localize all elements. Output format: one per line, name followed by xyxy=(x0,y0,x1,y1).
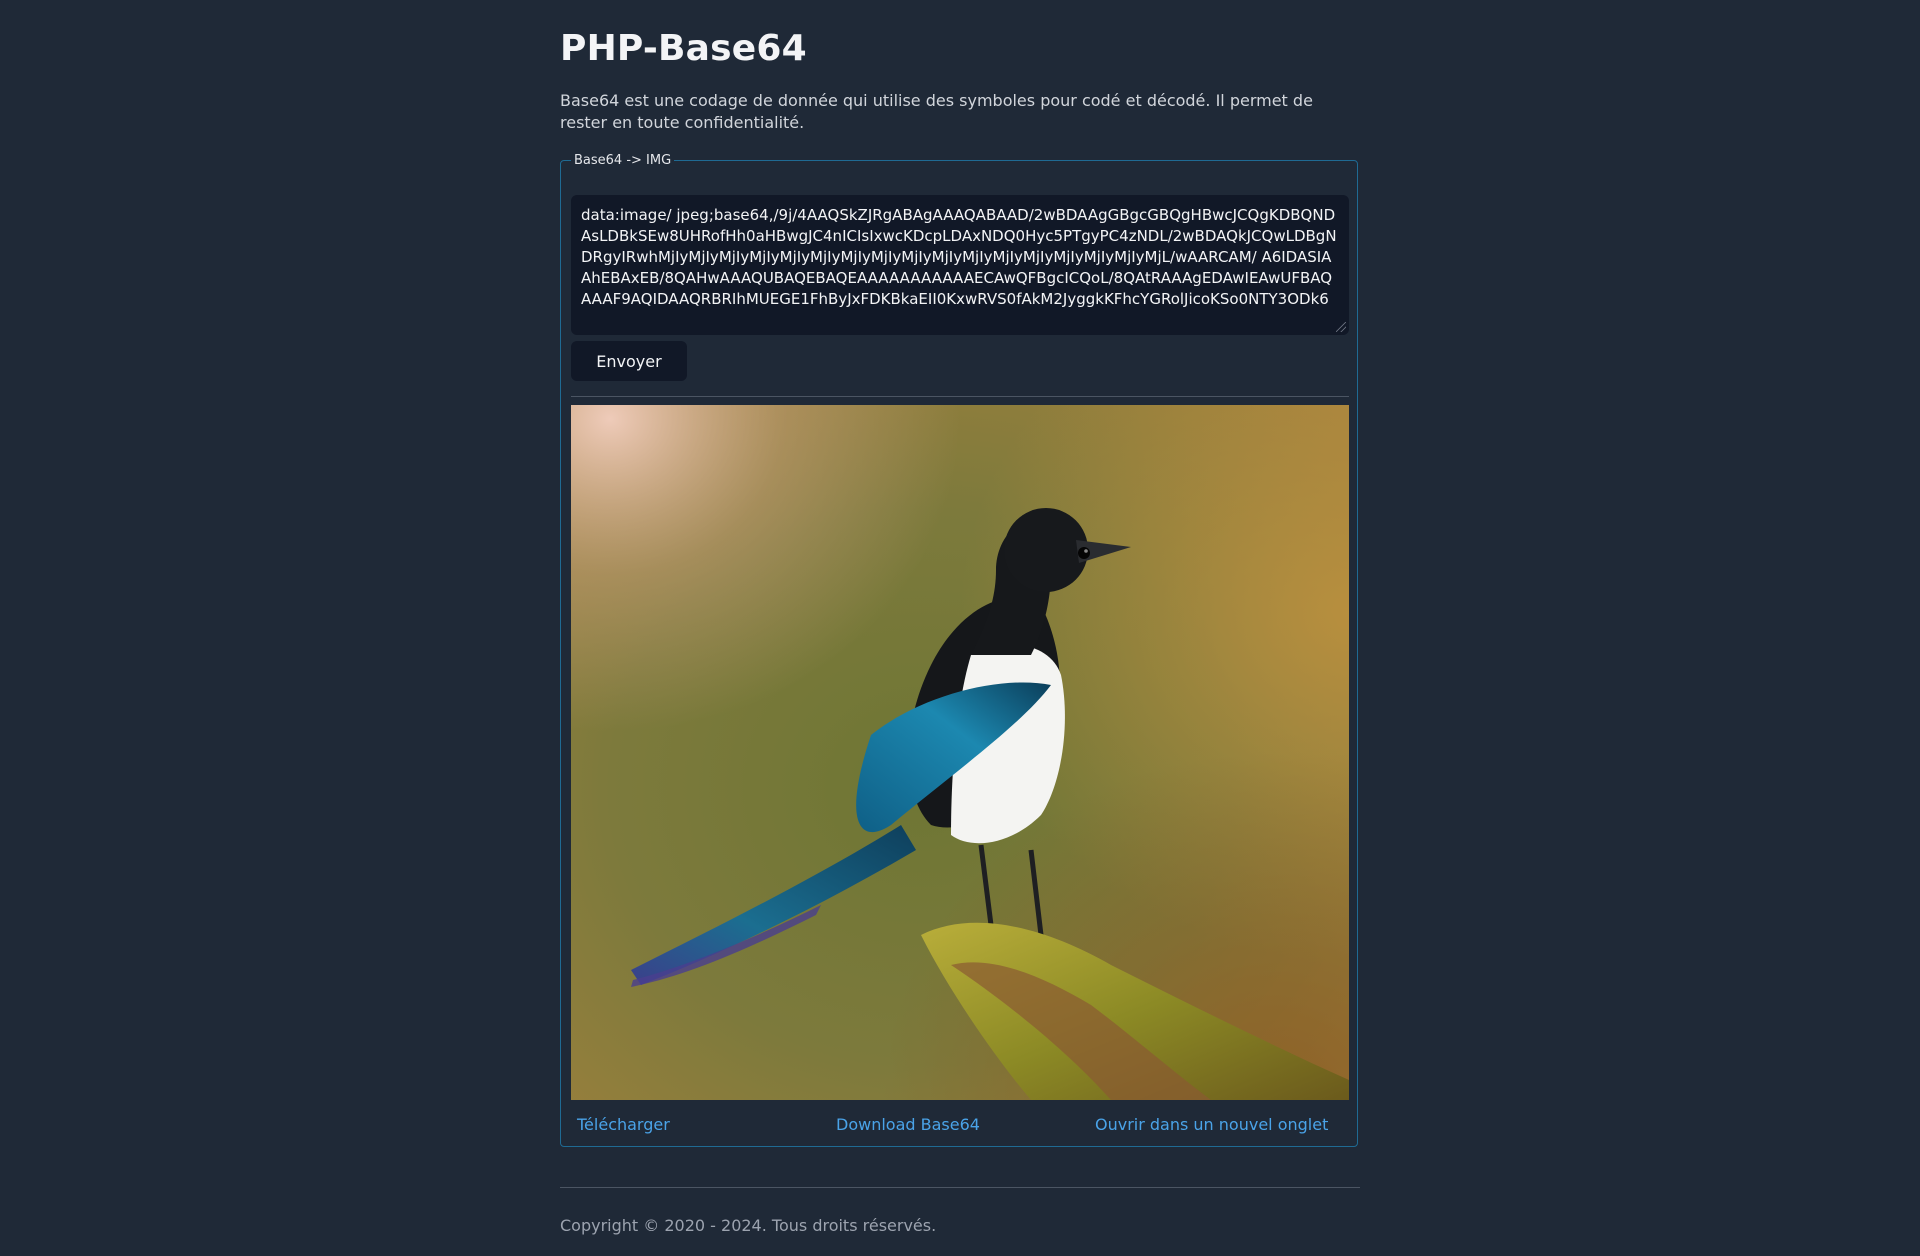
divider xyxy=(571,396,1349,397)
footer-divider xyxy=(560,1187,1360,1188)
page-description: Base64 est une codage de donnée qui util… xyxy=(560,91,1313,132)
base64-to-image-fieldset: Base64 -> IMG data:image/ jpeg;base64,/9… xyxy=(560,153,1358,1147)
resize-handle-icon[interactable] xyxy=(1336,322,1346,332)
decoded-image xyxy=(571,405,1349,1100)
footer-copyright: Copyright © 2020 - 2024. Tous droits rés… xyxy=(560,1216,937,1235)
download-base64-link[interactable]: Download Base64 xyxy=(836,1115,980,1134)
fieldset-legend: Base64 -> IMG xyxy=(574,153,672,168)
open-new-tab-link[interactable]: Ouvrir dans un nouvel onglet xyxy=(1095,1115,1328,1134)
base64-textarea-value: data:image/ jpeg;base64,/9j/4AAQSkZJRgAB… xyxy=(581,206,1337,308)
download-image-link[interactable]: Télécharger xyxy=(577,1115,670,1134)
base64-textarea[interactable]: data:image/ jpeg;base64,/9j/4AAQSkZJRgAB… xyxy=(571,195,1349,335)
page-title: PHP-Base64 xyxy=(560,28,807,69)
magpie-picture xyxy=(571,405,1349,1100)
submit-button[interactable]: Envoyer xyxy=(571,341,687,381)
